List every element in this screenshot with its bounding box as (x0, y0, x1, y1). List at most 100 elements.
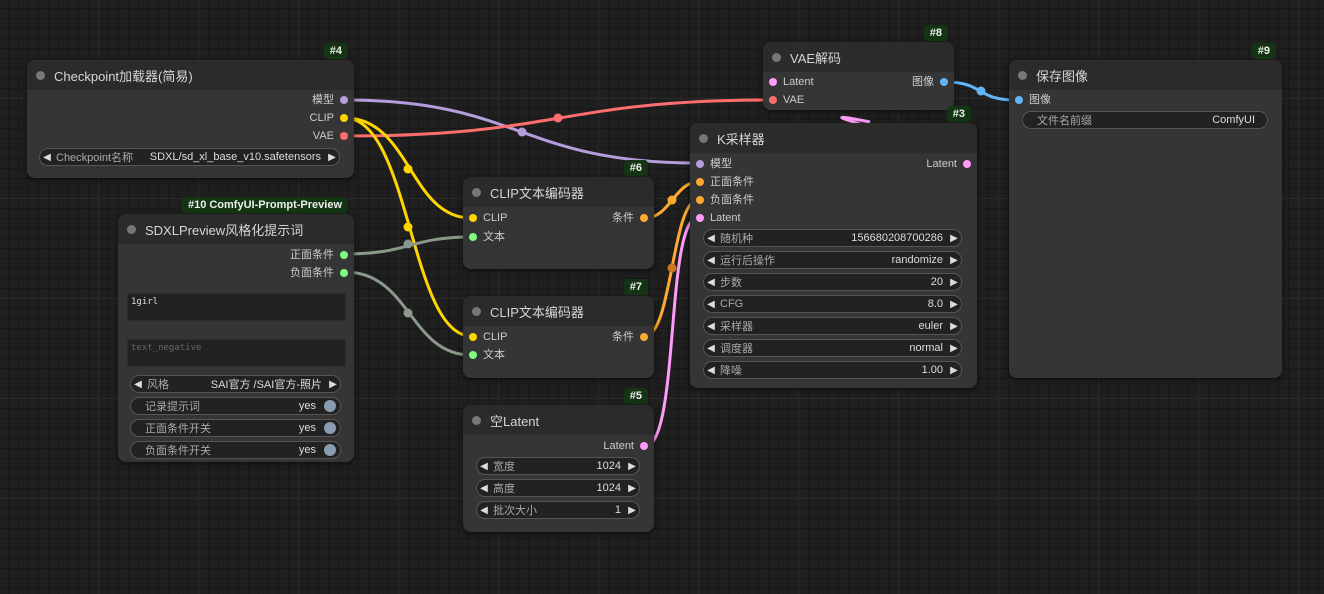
node-title-bar[interactable]: 保存图像 (1009, 60, 1282, 90)
arrow-right-icon[interactable]: ▶ (947, 233, 961, 244)
arrow-left-icon[interactable]: ◀ (40, 152, 54, 163)
positive-prompt-textarea[interactable]: 1girl (127, 293, 346, 321)
node-checkpoint-loader[interactable]: #4 Checkpoint加载器(简易) 模型 CLIP VAE ◀ Check… (27, 43, 354, 178)
collapse-dot-icon[interactable] (36, 70, 45, 80)
arrow-left-icon[interactable]: ◀ (704, 299, 718, 310)
node-vae-decode[interactable]: #8 VAE解码 Latent VAE 图像 (763, 25, 954, 110)
node-title-bar[interactable]: CLIP文本编码器 (463, 177, 654, 207)
seed-number[interactable]: ◀ 随机种 156680208700286 ▶ (703, 229, 962, 247)
arrow-right-icon[interactable]: ▶ (625, 505, 639, 516)
socket-icon[interactable] (696, 196, 704, 204)
negative-switch-toggle[interactable]: 负面条件开关 yes (130, 441, 341, 459)
arrow-right-icon[interactable]: ▶ (625, 483, 639, 494)
control-after-generate-combo[interactable]: ◀ 运行后操作 randomize ▶ (703, 251, 962, 269)
collapse-dot-icon[interactable] (472, 306, 481, 316)
node-title-bar[interactable]: Checkpoint加载器(简易) (27, 60, 354, 90)
node-ksampler[interactable]: #3 K采样器 模型 正面条件 负面条件 Latent Latent ◀ 随机种… (690, 106, 977, 388)
output-conditioning[interactable]: 条件 (612, 330, 648, 344)
socket-icon[interactable] (469, 351, 477, 359)
input-latent[interactable]: Latent (769, 75, 814, 89)
node-save-image[interactable]: #9 保存图像 图像 文件名前缀 ComfyUI (1009, 43, 1282, 378)
negative-prompt-textarea[interactable]: text_negative (127, 339, 346, 367)
style-combo[interactable]: ◀ 风格 SAI官方 /SAI官方-照片 ▶ (130, 375, 341, 393)
input-vae[interactable]: VAE (769, 93, 804, 107)
socket-icon[interactable] (340, 132, 348, 140)
arrow-right-icon[interactable]: ▶ (947, 277, 961, 288)
steps-number[interactable]: ◀ 步数 20 ▶ (703, 273, 962, 291)
arrow-left-icon[interactable]: ◀ (477, 461, 491, 472)
node-title-bar[interactable]: SDXLPreview风格化提示词 (118, 214, 354, 244)
input-text[interactable]: 文本 (469, 230, 505, 244)
arrow-right-icon[interactable]: ▶ (947, 343, 961, 354)
node-empty-latent[interactable]: #5 空Latent Latent ◀ 宽度 1024 ▶ ◀ 高度 1024 … (463, 388, 654, 532)
toggle-knob-icon[interactable] (324, 444, 336, 456)
output-negative[interactable]: 负面条件 (290, 266, 348, 280)
output-latent[interactable]: Latent (603, 439, 648, 453)
arrow-left-icon[interactable]: ◀ (704, 255, 718, 266)
socket-icon[interactable] (640, 214, 648, 222)
arrow-right-icon[interactable]: ▶ (947, 321, 961, 332)
socket-icon[interactable] (1015, 96, 1023, 104)
collapse-dot-icon[interactable] (772, 52, 781, 62)
checkpoint-name-combo[interactable]: ◀ Checkpoint名称 SDXL/sd_xl_base_v10.safet… (39, 148, 340, 166)
toggle-knob-icon[interactable] (324, 400, 336, 412)
output-clip[interactable]: CLIP (310, 111, 348, 125)
arrow-left-icon[interactable]: ◀ (704, 343, 718, 354)
socket-icon[interactable] (340, 251, 348, 259)
sampler-combo[interactable]: ◀ 采样器 euler ▶ (703, 317, 962, 335)
node-title-bar[interactable]: VAE解码 (763, 42, 954, 72)
socket-icon[interactable] (696, 214, 704, 222)
socket-icon[interactable] (469, 233, 477, 241)
socket-icon[interactable] (340, 96, 348, 104)
wire-model[interactable] (344, 98, 699, 165)
socket-icon[interactable] (963, 160, 971, 168)
socket-icon[interactable] (769, 96, 777, 104)
collapse-dot-icon[interactable] (699, 133, 708, 143)
socket-icon[interactable] (696, 160, 704, 168)
wire-negative-text[interactable] (344, 270, 472, 357)
record-prompt-toggle[interactable]: 记录提示词 yes (130, 397, 341, 415)
node-title-bar[interactable]: CLIP文本编码器 (463, 296, 654, 326)
input-positive[interactable]: 正面条件 (696, 175, 754, 189)
wire-positive-text[interactable] (344, 235, 472, 256)
batch-size-number[interactable]: ◀ 批次大小 1 ▶ (476, 501, 640, 519)
output-conditioning[interactable]: 条件 (612, 211, 648, 225)
wire-clip-2[interactable] (344, 116, 472, 338)
socket-icon[interactable] (940, 78, 948, 86)
input-text[interactable]: 文本 (469, 348, 505, 362)
output-image[interactable]: 图像 (912, 75, 948, 89)
arrow-left-icon[interactable]: ◀ (131, 379, 145, 390)
input-clip[interactable]: CLIP (469, 330, 507, 344)
cfg-number[interactable]: ◀ CFG 8.0 ▶ (703, 295, 962, 313)
output-vae[interactable]: VAE (313, 129, 348, 143)
socket-icon[interactable] (696, 178, 704, 186)
socket-icon[interactable] (640, 333, 648, 341)
arrow-left-icon[interactable]: ◀ (477, 505, 491, 516)
collapse-dot-icon[interactable] (472, 415, 481, 425)
filename-prefix-field[interactable]: 文件名前缀 ComfyUI (1022, 111, 1268, 129)
arrow-left-icon[interactable]: ◀ (704, 277, 718, 288)
node-title-bar[interactable]: 空Latent (463, 405, 654, 435)
output-positive[interactable]: 正面条件 (290, 248, 348, 262)
socket-icon[interactable] (769, 78, 777, 86)
arrow-left-icon[interactable]: ◀ (704, 321, 718, 332)
denoise-number[interactable]: ◀ 降噪 1.00 ▶ (703, 361, 962, 379)
arrow-right-icon[interactable]: ▶ (947, 365, 961, 376)
arrow-left-icon[interactable]: ◀ (704, 365, 718, 376)
scheduler-combo[interactable]: ◀ 调度器 normal ▶ (703, 339, 962, 357)
toggle-knob-icon[interactable] (324, 422, 336, 434)
arrow-left-icon[interactable]: ◀ (704, 233, 718, 244)
height-number[interactable]: ◀ 高度 1024 ▶ (476, 479, 640, 497)
wire-image[interactable] (944, 80, 1017, 102)
socket-icon[interactable] (340, 114, 348, 122)
width-number[interactable]: ◀ 宽度 1024 ▶ (476, 457, 640, 475)
arrow-right-icon[interactable]: ▶ (625, 461, 639, 472)
node-clip-text-encode-negative[interactable]: #7 CLIP文本编码器 CLIP 文本 条件 (463, 279, 654, 378)
input-negative[interactable]: 负面条件 (696, 193, 754, 207)
output-model[interactable]: 模型 (312, 93, 348, 107)
positive-switch-toggle[interactable]: 正面条件开关 yes (130, 419, 341, 437)
node-clip-text-encode-positive[interactable]: #6 CLIP文本编码器 CLIP 文本 条件 (463, 160, 654, 269)
input-latent[interactable]: Latent (696, 211, 741, 225)
arrow-right-icon[interactable]: ▶ (326, 379, 340, 390)
node-sdxl-preview[interactable]: #10 ComfyUI-Prompt-Preview SDXLPreview风格… (118, 197, 354, 462)
